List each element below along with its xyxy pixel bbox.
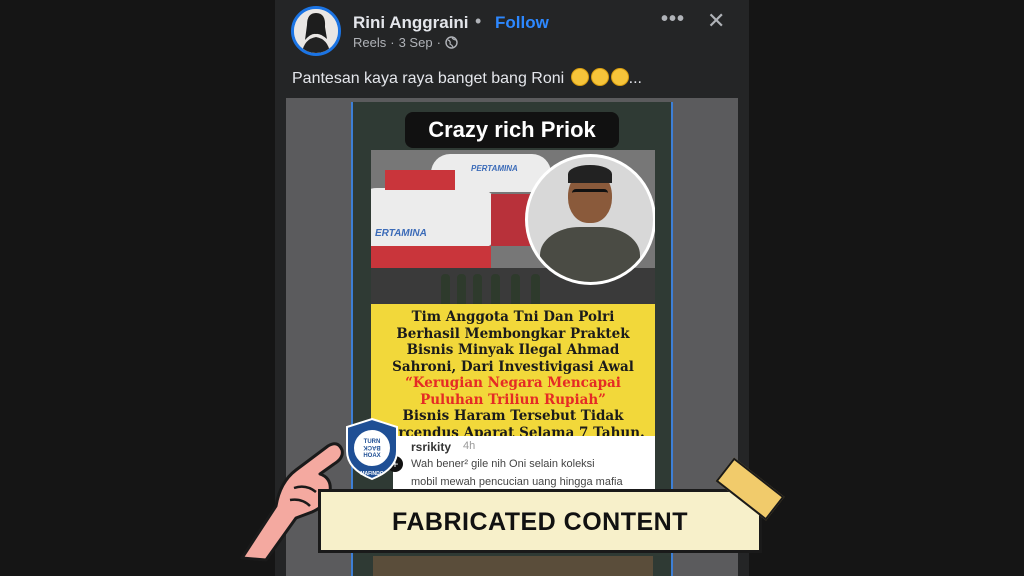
embedded-comment: + rsrikity 4h Wah bener² gile nih Oni se… [387,436,655,496]
news-line: Sahroni, Dari Investivigasi Awal [392,358,634,375]
fabricated-content-banner: FABRICATED CONTENT [318,489,762,553]
author-name[interactable]: Rini Anggraini [353,13,469,33]
news-text-block: Tim Anggota Tni Dan Polri Berhasil Membo… [371,304,655,441]
follow-button[interactable]: Follow [495,13,549,33]
post-caption: Pantesan kaya raya banget bang Roni ... [292,68,642,88]
news-line: Bisnis Minyak Ilegal Ahmad [406,342,620,358]
person-portrait [525,154,655,285]
author-avatar[interactable] [291,6,341,56]
meta-separator: · [390,35,395,50]
avatar-photo-icon [294,9,338,53]
soldier-figure [531,274,540,304]
lying-face-icon [610,68,629,86]
svg-text:HOAX: HOAX [363,453,380,459]
post-date[interactable]: 3 Sep [399,35,433,50]
mafindo-seal-icon: TURN BACK HOAX MAFINDO [346,417,398,481]
more-options-icon[interactable]: ••• [661,8,685,31]
news-line: Bisnis Haram Tersebut Tidak [402,408,624,424]
svg-text:BACK: BACK [363,444,381,450]
portrait-glasses [572,189,608,201]
portrait-hair [568,165,612,183]
post-source[interactable]: Reels [353,35,386,50]
separator-dot: • [475,11,482,31]
soldier-figure [457,274,466,304]
portrait-jacket [540,227,640,282]
news-line: Tim Anggota Tni Dan Polri [411,309,615,325]
soldier-figure [473,274,482,304]
comment-time: 4h [463,440,476,452]
news-highlight-line: Puluhan Triliun Rupiah” [420,391,606,408]
caption-text: Pantesan kaya raya banget bang Roni [292,70,565,87]
reel-next-frame [373,556,653,576]
banner-label: FABRICATED CONTENT [391,508,689,536]
reel-title: Crazy rich Priok [405,112,619,148]
comment-text-line: mobil mewah pencucian uang hingga mafia [411,476,623,488]
comment-username: rsrikity [411,440,452,454]
tanker-label: ERTAMINA [375,228,427,239]
soldier-figure [491,274,500,304]
close-icon[interactable]: ✕ [707,8,725,34]
thinking-face-icon [590,68,609,86]
globe-icon [445,36,458,49]
truck-cab [385,170,455,190]
svg-text:MAFINDO: MAFINDO [360,471,383,477]
soldier-figure [511,274,520,304]
news-photo: ERTAMINA PERTAMINA [371,150,655,304]
meta-separator: · [436,35,441,50]
news-line: Berhasil Membongkar Praktek [396,325,630,342]
post-meta: Reels · 3 Sep · [353,35,458,50]
tanker-truck [371,188,501,250]
thinking-face-icon [570,68,589,86]
tanker-label: PERTAMINA [471,164,518,173]
truck-body [371,246,491,268]
comment-text-line: Wah bener² gile nih Oni selain koleksi [411,458,595,470]
soldier-figure [441,274,450,304]
caption-suffix[interactable]: ... [629,70,642,87]
news-highlight-line: “Kerugian Negara Mencapai [405,375,621,391]
